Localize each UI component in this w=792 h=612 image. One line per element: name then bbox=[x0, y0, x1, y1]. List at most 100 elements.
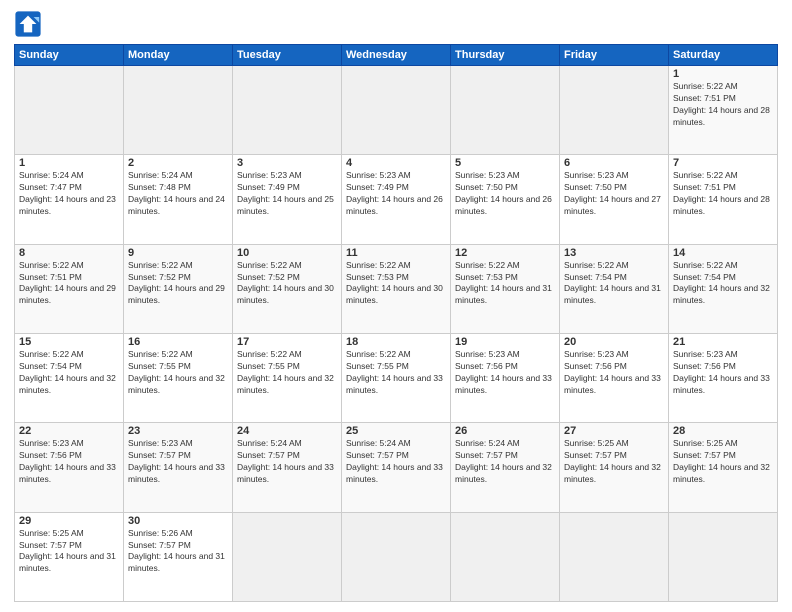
day-cell bbox=[15, 66, 124, 155]
day-number: 22 bbox=[19, 425, 119, 437]
logo-icon bbox=[14, 10, 42, 38]
day-info: Sunrise: 5:22 AMSunset: 7:54 PMDaylight:… bbox=[564, 260, 664, 308]
day-cell bbox=[451, 512, 560, 601]
day-cell: 6Sunrise: 5:23 AMSunset: 7:50 PMDaylight… bbox=[560, 155, 669, 244]
day-info: Sunrise: 5:22 AMSunset: 7:55 PMDaylight:… bbox=[346, 349, 446, 397]
day-number: 6 bbox=[564, 157, 664, 169]
day-cell: 20Sunrise: 5:23 AMSunset: 7:56 PMDayligh… bbox=[560, 333, 669, 422]
day-info: Sunrise: 5:25 AMSunset: 7:57 PMDaylight:… bbox=[673, 438, 773, 486]
day-number: 16 bbox=[128, 336, 228, 348]
day-number: 7 bbox=[673, 157, 773, 169]
day-number: 23 bbox=[128, 425, 228, 437]
day-number: 11 bbox=[346, 247, 446, 259]
day-cell: 17Sunrise: 5:22 AMSunset: 7:55 PMDayligh… bbox=[233, 333, 342, 422]
day-info: Sunrise: 5:23 AMSunset: 7:56 PMDaylight:… bbox=[673, 349, 773, 397]
day-cell: 21Sunrise: 5:23 AMSunset: 7:56 PMDayligh… bbox=[669, 333, 778, 422]
day-info: Sunrise: 5:22 AMSunset: 7:55 PMDaylight:… bbox=[128, 349, 228, 397]
day-info: Sunrise: 5:26 AMSunset: 7:57 PMDaylight:… bbox=[128, 528, 228, 576]
day-number: 15 bbox=[19, 336, 119, 348]
day-number: 3 bbox=[237, 157, 337, 169]
header-cell-sunday: Sunday bbox=[15, 45, 124, 66]
day-info: Sunrise: 5:23 AMSunset: 7:56 PMDaylight:… bbox=[455, 349, 555, 397]
day-cell bbox=[233, 512, 342, 601]
day-cell: 19Sunrise: 5:23 AMSunset: 7:56 PMDayligh… bbox=[451, 333, 560, 422]
day-number: 19 bbox=[455, 336, 555, 348]
day-cell: 3Sunrise: 5:23 AMSunset: 7:49 PMDaylight… bbox=[233, 155, 342, 244]
day-number: 27 bbox=[564, 425, 664, 437]
day-info: Sunrise: 5:24 AMSunset: 7:48 PMDaylight:… bbox=[128, 170, 228, 218]
page: SundayMondayTuesdayWednesdayThursdayFrid… bbox=[0, 0, 792, 612]
day-info: Sunrise: 5:23 AMSunset: 7:49 PMDaylight:… bbox=[346, 170, 446, 218]
day-cell: 8Sunrise: 5:22 AMSunset: 7:51 PMDaylight… bbox=[15, 244, 124, 333]
day-cell: 12Sunrise: 5:22 AMSunset: 7:53 PMDayligh… bbox=[451, 244, 560, 333]
day-number: 24 bbox=[237, 425, 337, 437]
day-number: 12 bbox=[455, 247, 555, 259]
day-info: Sunrise: 5:23 AMSunset: 7:56 PMDaylight:… bbox=[19, 438, 119, 486]
top-section bbox=[14, 10, 778, 38]
day-info: Sunrise: 5:24 AMSunset: 7:47 PMDaylight:… bbox=[19, 170, 119, 218]
header-cell-friday: Friday bbox=[560, 45, 669, 66]
week-row-2: 1Sunrise: 5:24 AMSunset: 7:47 PMDaylight… bbox=[15, 155, 778, 244]
day-cell: 18Sunrise: 5:22 AMSunset: 7:55 PMDayligh… bbox=[342, 333, 451, 422]
day-number: 1 bbox=[19, 157, 119, 169]
day-cell: 7Sunrise: 5:22 AMSunset: 7:51 PMDaylight… bbox=[669, 155, 778, 244]
day-cell bbox=[342, 512, 451, 601]
day-cell: 14Sunrise: 5:22 AMSunset: 7:54 PMDayligh… bbox=[669, 244, 778, 333]
week-row-4: 15Sunrise: 5:22 AMSunset: 7:54 PMDayligh… bbox=[15, 333, 778, 422]
calendar-table: SundayMondayTuesdayWednesdayThursdayFrid… bbox=[14, 44, 778, 602]
day-cell: 5Sunrise: 5:23 AMSunset: 7:50 PMDaylight… bbox=[451, 155, 560, 244]
day-cell: 9Sunrise: 5:22 AMSunset: 7:52 PMDaylight… bbox=[124, 244, 233, 333]
day-number: 18 bbox=[346, 336, 446, 348]
day-number: 25 bbox=[346, 425, 446, 437]
header-cell-thursday: Thursday bbox=[451, 45, 560, 66]
day-info: Sunrise: 5:22 AMSunset: 7:51 PMDaylight:… bbox=[19, 260, 119, 308]
day-cell: 10Sunrise: 5:22 AMSunset: 7:52 PMDayligh… bbox=[233, 244, 342, 333]
week-row-6: 29Sunrise: 5:25 AMSunset: 7:57 PMDayligh… bbox=[15, 512, 778, 601]
day-cell: 30Sunrise: 5:26 AMSunset: 7:57 PMDayligh… bbox=[124, 512, 233, 601]
day-number: 26 bbox=[455, 425, 555, 437]
day-cell bbox=[451, 66, 560, 155]
day-cell: 24Sunrise: 5:24 AMSunset: 7:57 PMDayligh… bbox=[233, 423, 342, 512]
day-number: 29 bbox=[19, 515, 119, 527]
header-row: SundayMondayTuesdayWednesdayThursdayFrid… bbox=[15, 45, 778, 66]
day-cell: 28Sunrise: 5:25 AMSunset: 7:57 PMDayligh… bbox=[669, 423, 778, 512]
day-info: Sunrise: 5:25 AMSunset: 7:57 PMDaylight:… bbox=[19, 528, 119, 576]
day-info: Sunrise: 5:22 AMSunset: 7:54 PMDaylight:… bbox=[673, 260, 773, 308]
day-info: Sunrise: 5:23 AMSunset: 7:50 PMDaylight:… bbox=[455, 170, 555, 218]
day-number: 2 bbox=[128, 157, 228, 169]
day-info: Sunrise: 5:23 AMSunset: 7:57 PMDaylight:… bbox=[128, 438, 228, 486]
header-cell-wednesday: Wednesday bbox=[342, 45, 451, 66]
day-cell: 25Sunrise: 5:24 AMSunset: 7:57 PMDayligh… bbox=[342, 423, 451, 512]
day-cell bbox=[560, 66, 669, 155]
day-cell: 26Sunrise: 5:24 AMSunset: 7:57 PMDayligh… bbox=[451, 423, 560, 512]
day-number: 28 bbox=[673, 425, 773, 437]
day-cell: 16Sunrise: 5:22 AMSunset: 7:55 PMDayligh… bbox=[124, 333, 233, 422]
day-cell bbox=[560, 512, 669, 601]
day-cell: 4Sunrise: 5:23 AMSunset: 7:49 PMDaylight… bbox=[342, 155, 451, 244]
day-number: 10 bbox=[237, 247, 337, 259]
day-cell: 23Sunrise: 5:23 AMSunset: 7:57 PMDayligh… bbox=[124, 423, 233, 512]
header-cell-monday: Monday bbox=[124, 45, 233, 66]
day-cell: 2Sunrise: 5:24 AMSunset: 7:48 PMDaylight… bbox=[124, 155, 233, 244]
logo bbox=[14, 10, 46, 38]
day-cell bbox=[124, 66, 233, 155]
header-cell-tuesday: Tuesday bbox=[233, 45, 342, 66]
day-number: 21 bbox=[673, 336, 773, 348]
day-info: Sunrise: 5:24 AMSunset: 7:57 PMDaylight:… bbox=[346, 438, 446, 486]
day-cell bbox=[342, 66, 451, 155]
day-info: Sunrise: 5:22 AMSunset: 7:51 PMDaylight:… bbox=[673, 170, 773, 218]
day-cell: 13Sunrise: 5:22 AMSunset: 7:54 PMDayligh… bbox=[560, 244, 669, 333]
day-number: 14 bbox=[673, 247, 773, 259]
day-number: 1 bbox=[673, 68, 773, 80]
day-number: 17 bbox=[237, 336, 337, 348]
day-number: 8 bbox=[19, 247, 119, 259]
week-row-3: 8Sunrise: 5:22 AMSunset: 7:51 PMDaylight… bbox=[15, 244, 778, 333]
day-info: Sunrise: 5:23 AMSunset: 7:50 PMDaylight:… bbox=[564, 170, 664, 218]
day-info: Sunrise: 5:22 AMSunset: 7:52 PMDaylight:… bbox=[237, 260, 337, 308]
day-cell: 11Sunrise: 5:22 AMSunset: 7:53 PMDayligh… bbox=[342, 244, 451, 333]
day-number: 20 bbox=[564, 336, 664, 348]
day-info: Sunrise: 5:23 AMSunset: 7:49 PMDaylight:… bbox=[237, 170, 337, 218]
day-info: Sunrise: 5:23 AMSunset: 7:56 PMDaylight:… bbox=[564, 349, 664, 397]
day-cell: 1Sunrise: 5:24 AMSunset: 7:47 PMDaylight… bbox=[15, 155, 124, 244]
day-cell bbox=[669, 512, 778, 601]
